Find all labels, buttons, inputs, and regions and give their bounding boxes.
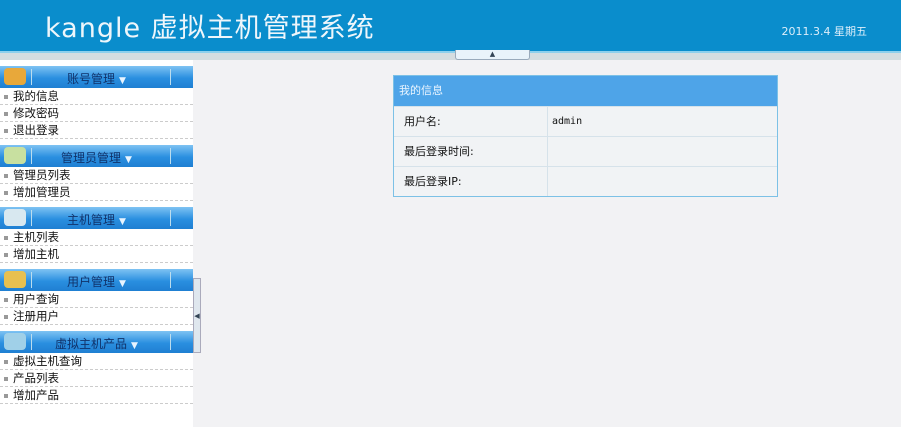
- sidebar-link[interactable]: 增加管理员: [0, 184, 193, 201]
- bullet-icon: [4, 128, 8, 133]
- bullet-icon: [4, 173, 8, 178]
- chevron-down-icon: ▼: [131, 341, 138, 351]
- sidebar-link[interactable]: 虚拟主机查询: [0, 353, 193, 370]
- date-display: 2011.3.4 星期五: [781, 25, 867, 38]
- field-label: 最后登录IP:: [394, 167, 548, 196]
- field-value: [548, 167, 552, 196]
- header-divider: [0, 51, 901, 60]
- bullet-icon: [4, 376, 8, 381]
- my-info-panel: 我的信息 用户名: admin 最后登录时间: 最后登录IP:: [393, 75, 778, 197]
- link-label: 管理员列表: [13, 168, 71, 182]
- field-value: admin: [552, 116, 583, 127]
- info-row-last-login-ip: 最后登录IP:: [394, 166, 777, 196]
- section-label: 主机管理: [67, 213, 116, 227]
- sidebar-link[interactable]: 产品列表: [0, 370, 193, 387]
- info-row-username: 用户名: admin: [394, 106, 777, 136]
- sidebar-link[interactable]: 主机列表: [0, 229, 193, 246]
- bullet-icon: [4, 297, 8, 302]
- field-value: [548, 137, 552, 166]
- field-label: 最后登录时间:: [394, 137, 548, 166]
- link-label: 注册用户: [13, 309, 59, 323]
- collapse-sidebar-button[interactable]: ◀: [193, 278, 201, 353]
- sidebar-section-1[interactable]: 管理员管理 ▼: [0, 145, 193, 167]
- sidebar-section-0[interactable]: 账号管理 ▼: [0, 66, 193, 88]
- sidebar-link[interactable]: 我的信息: [0, 88, 193, 105]
- link-label: 主机列表: [13, 230, 59, 244]
- sidebar-link[interactable]: 退出登录: [0, 122, 193, 139]
- sidebar-section-4[interactable]: 虚拟主机产品 ▼: [0, 331, 193, 353]
- link-label: 增加管理员: [13, 185, 71, 199]
- sidebar-link[interactable]: 管理员列表: [0, 167, 193, 184]
- field-label: 用户名:: [394, 107, 548, 136]
- header: kangle 虚拟主机管理系统 2011.3.4 星期五: [0, 0, 901, 51]
- section-label: 用户管理: [67, 275, 116, 289]
- chevron-down-icon: ▼: [125, 155, 132, 165]
- link-label: 增加主机: [13, 247, 59, 261]
- sidebar-link[interactable]: 注册用户: [0, 308, 193, 325]
- section-label: 账号管理: [67, 72, 116, 86]
- link-label: 修改密码: [13, 106, 59, 120]
- app-title: kangle 虚拟主机管理系统: [45, 13, 375, 44]
- link-label: 虚拟主机查询: [13, 354, 82, 368]
- link-label: 我的信息: [13, 89, 59, 103]
- bullet-icon: [4, 235, 8, 240]
- bullet-icon: [4, 393, 8, 398]
- sidebar-section-3[interactable]: 用户管理 ▼: [0, 269, 193, 291]
- bullet-icon: [4, 111, 8, 116]
- chevron-down-icon: ▼: [119, 76, 126, 86]
- sidebar-link[interactable]: 修改密码: [0, 105, 193, 122]
- bullet-icon: [4, 190, 8, 195]
- link-label: 产品列表: [13, 371, 59, 385]
- section-label: 管理员管理: [61, 151, 122, 165]
- sidebar-link[interactable]: 增加产品: [0, 387, 193, 404]
- collapse-header-button[interactable]: ▲: [455, 50, 530, 60]
- chevron-down-icon: ▼: [119, 217, 126, 227]
- link-label: 退出登录: [13, 123, 59, 137]
- section-label: 虚拟主机产品: [55, 337, 128, 351]
- bullet-icon: [4, 314, 8, 319]
- bullet-icon: [4, 359, 8, 364]
- sidebar: 账号管理 ▼ 我的信息 修改密码 退出登录 管理员管理 ▼ 管理员列表 增加管理员 主机管理 ▼ 主机…: [0, 60, 193, 427]
- sidebar-link[interactable]: 用户查询: [0, 291, 193, 308]
- link-label: 增加产品: [13, 388, 59, 402]
- sidebar-section-2[interactable]: 主机管理 ▼: [0, 207, 193, 229]
- bullet-icon: [4, 252, 8, 257]
- info-row-last-login-time: 最后登录时间:: [394, 136, 777, 166]
- link-label: 用户查询: [13, 292, 59, 306]
- panel-title: 我的信息: [394, 76, 777, 106]
- bullet-icon: [4, 94, 8, 99]
- sidebar-link[interactable]: 增加主机: [0, 246, 193, 263]
- chevron-down-icon: ▼: [119, 279, 126, 289]
